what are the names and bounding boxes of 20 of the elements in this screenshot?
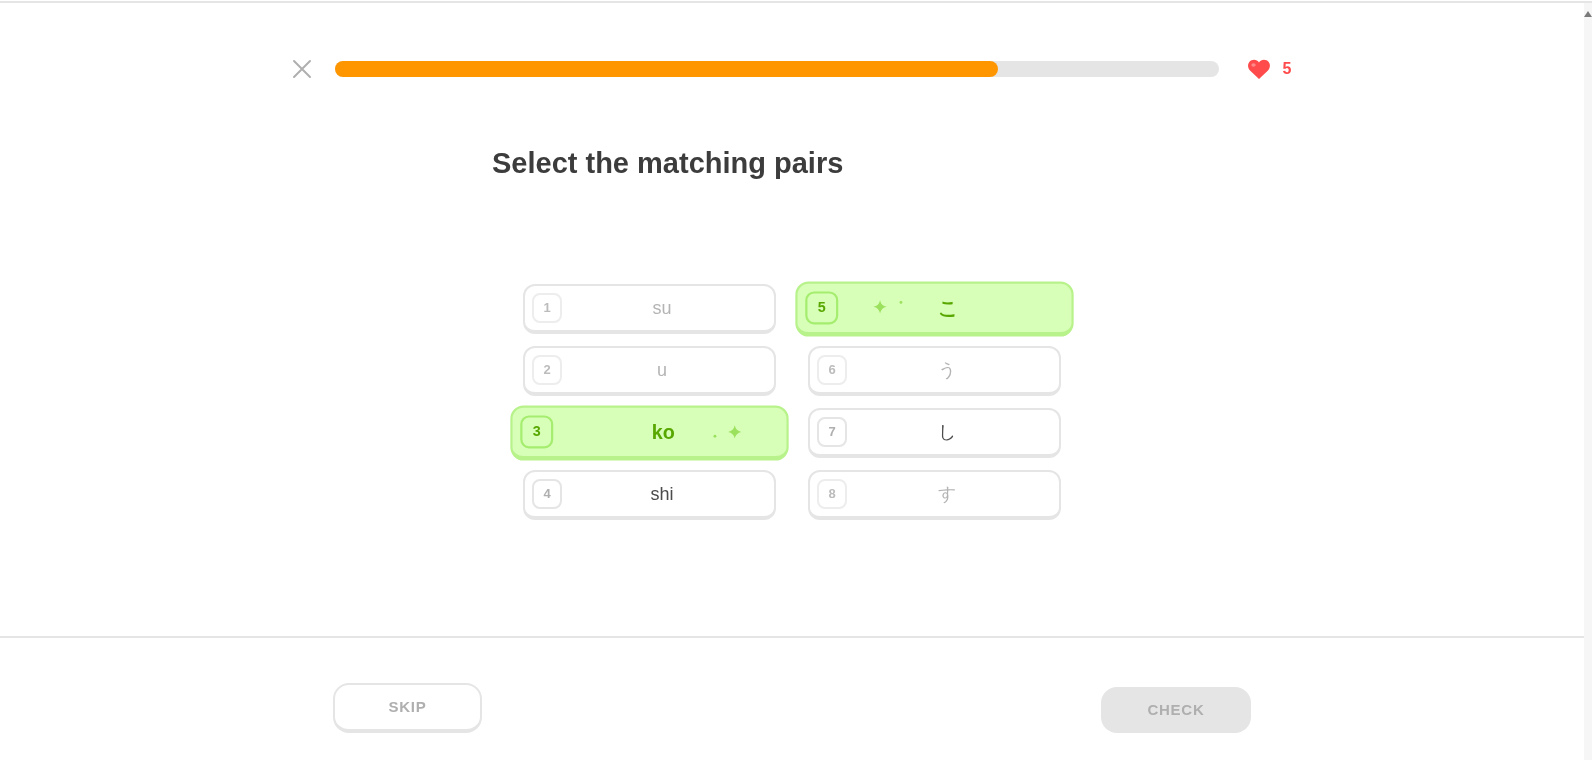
- answer-option[interactable]: 3 ko: [510, 405, 789, 461]
- answer-option[interactable]: 4 shi: [523, 470, 776, 520]
- key-hint: 6: [817, 355, 847, 385]
- key-hint: 1: [532, 293, 562, 323]
- key-hint: 4: [532, 479, 562, 509]
- close-icon[interactable]: [291, 59, 312, 79]
- hearts-count: 5: [1282, 59, 1292, 79]
- scroll-up-arrow-icon[interactable]: [1584, 11, 1592, 17]
- key-hint: 8: [817, 479, 847, 509]
- sparkle-icon: [712, 424, 743, 440]
- heart-icon: [1246, 58, 1271, 80]
- key-hint: 2: [532, 355, 562, 385]
- key-hint: 3: [520, 415, 554, 449]
- sparkle-icon: [872, 299, 904, 315]
- key-hint: 7: [817, 417, 847, 447]
- key-hint: 5: [805, 291, 839, 325]
- exercise-title: Select the matching pairs: [492, 146, 844, 181]
- answer-option[interactable]: 5 こ: [795, 281, 1074, 337]
- answer-option[interactable]: 7 し: [808, 408, 1061, 458]
- skip-button[interactable]: SKIP: [333, 683, 482, 733]
